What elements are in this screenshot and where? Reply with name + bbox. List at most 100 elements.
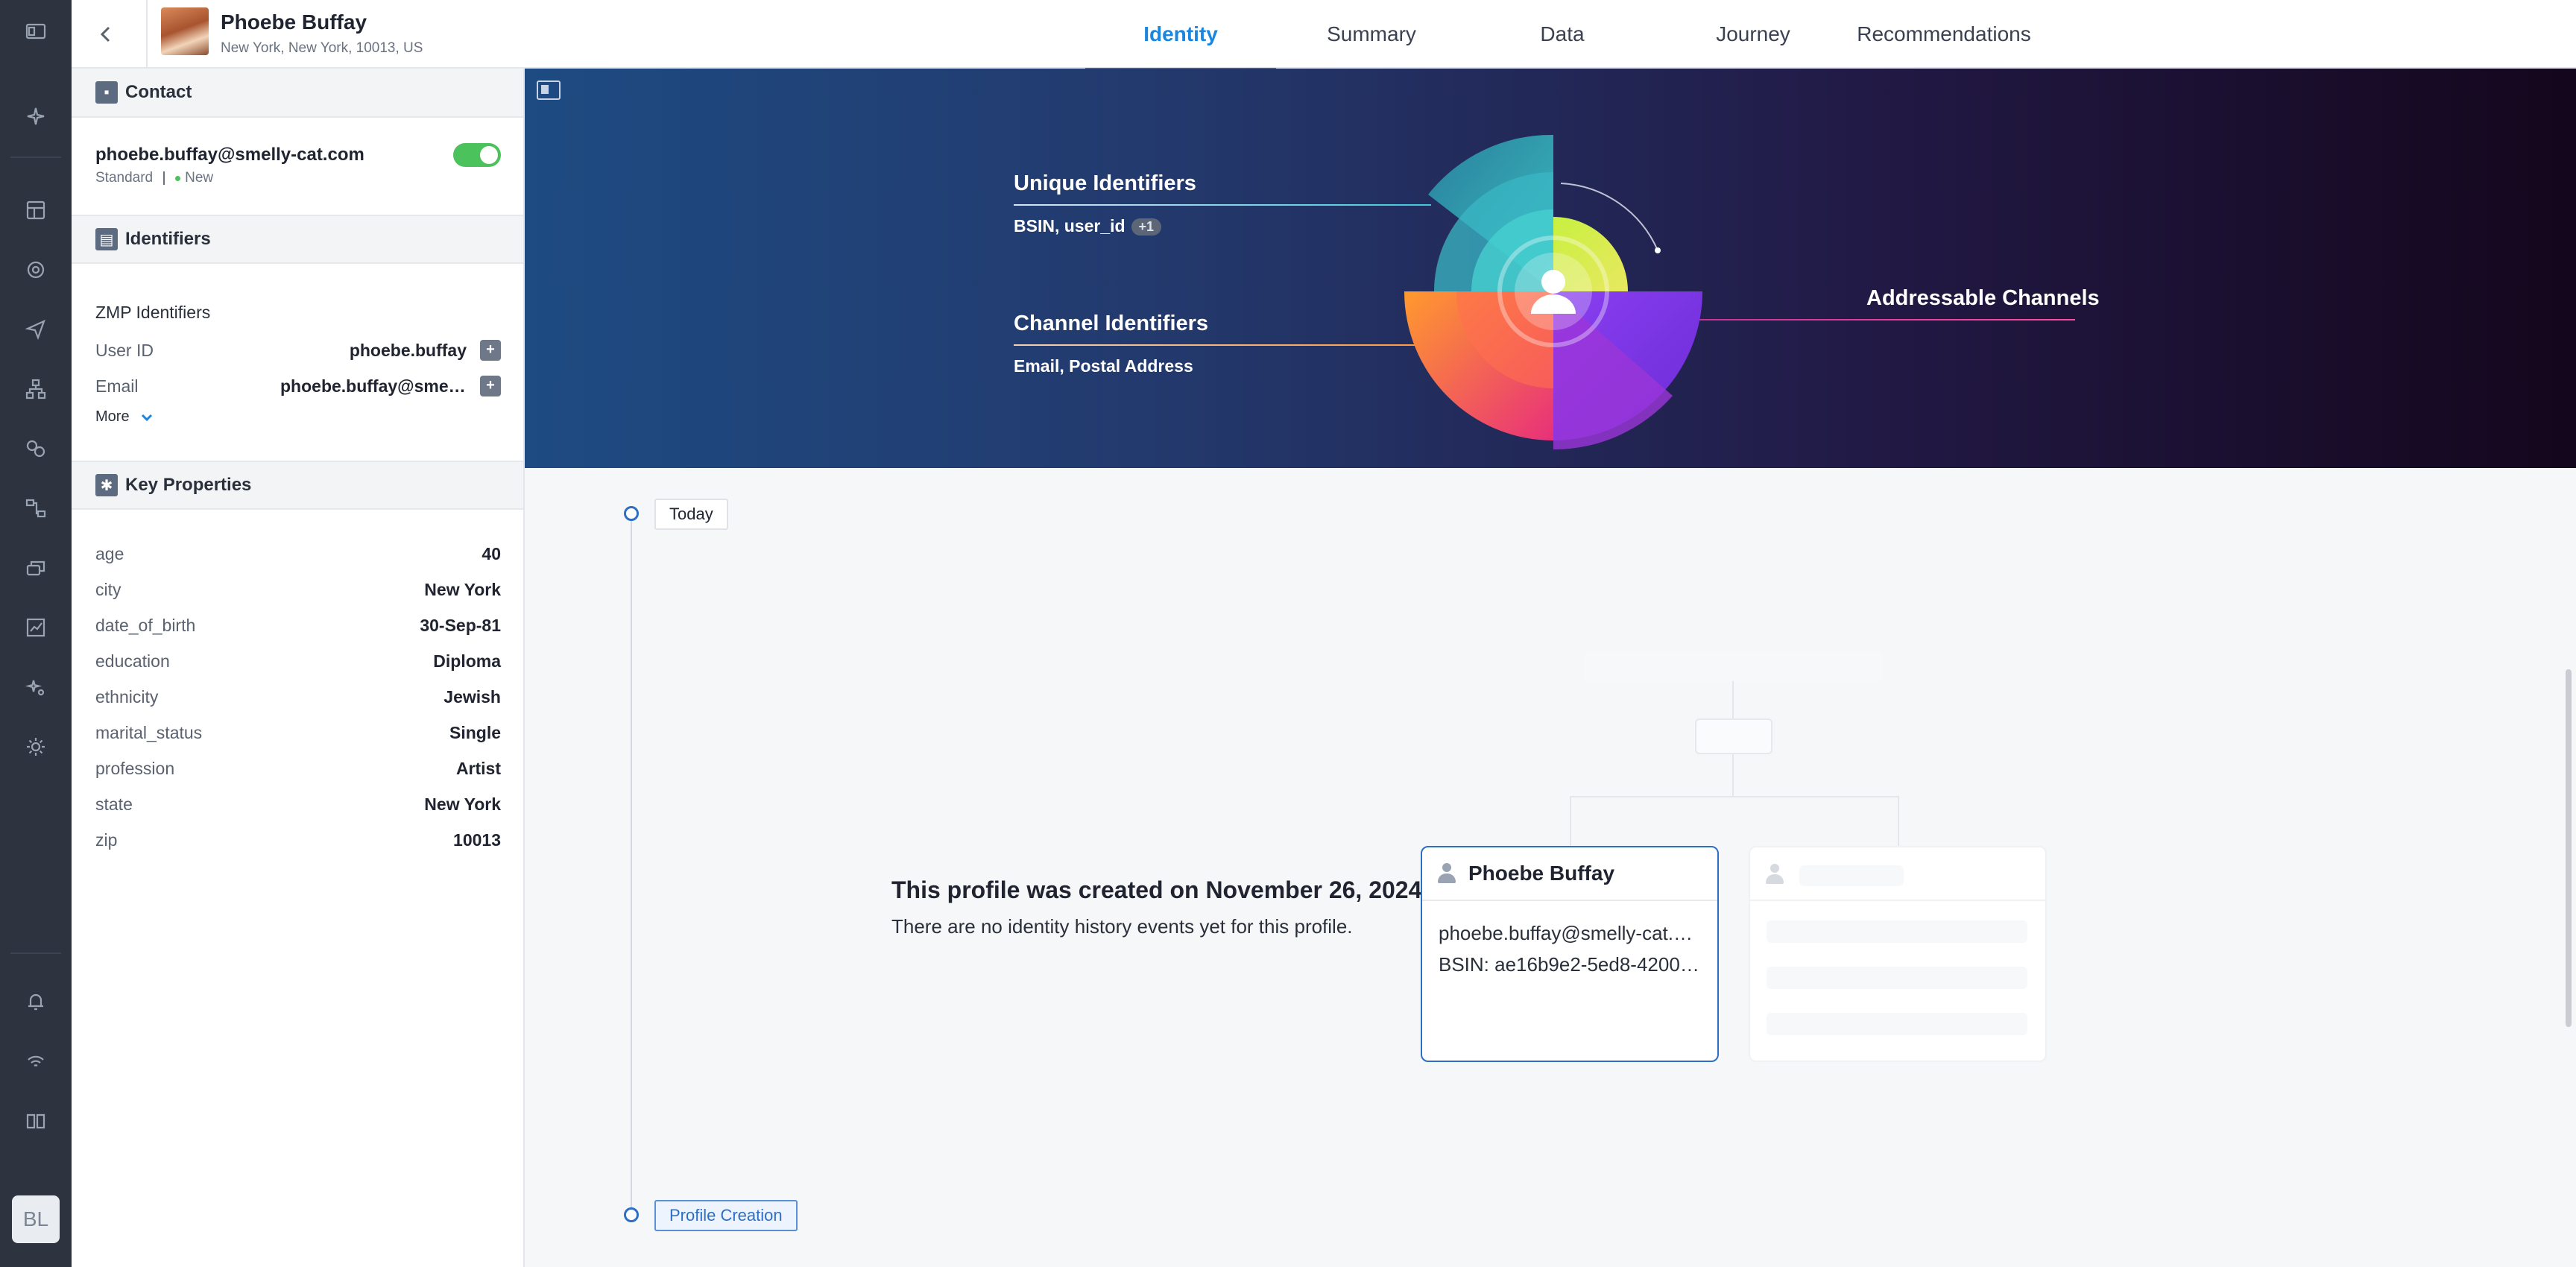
segments-icon[interactable] [21, 434, 51, 464]
profile-person-icon [1541, 270, 1565, 294]
bell-icon[interactable] [21, 987, 51, 1017]
tab-summary[interactable]: Summary [1276, 0, 1467, 69]
more-label: More [95, 408, 130, 425]
property-value: Artist [455, 758, 501, 778]
property-row: age 40 [95, 539, 501, 569]
identity-card-bsin: BSIN: ae16b9e2-5ed8-4200-9a1f-profile [1439, 953, 1699, 976]
nav-rail: BL [0, 0, 72, 1267]
settings-icon[interactable] [21, 732, 51, 762]
main-scrollbar[interactable] [2566, 669, 2572, 1027]
unique-identifiers-line [1014, 204, 1431, 206]
identity-card-email: phoebe.buffay@smelly-cat.com [1439, 922, 1699, 944]
contact-status: New [185, 170, 214, 186]
target-icon[interactable] [21, 255, 51, 285]
property-key: zip [95, 830, 118, 850]
property-key: age [95, 543, 124, 563]
identifier-key: Email [95, 376, 139, 396]
back-button[interactable] [88, 16, 124, 52]
send-icon[interactable] [21, 315, 51, 344]
placeholder-node [1695, 718, 1772, 754]
created-title: This profile was created on November 26,… [891, 876, 1422, 903]
property-key: date_of_birth [95, 615, 196, 635]
tree-connector [1570, 796, 1571, 847]
rail-divider [10, 952, 61, 954]
subscription-toggle[interactable] [453, 143, 501, 167]
placeholder-bar [1767, 1013, 2027, 1035]
signal-icon[interactable] [21, 1046, 51, 1076]
channel-identifiers-title: Channel Identifiers [1014, 312, 1209, 335]
property-row: state New York [95, 789, 501, 819]
collapse-panel-icon[interactable] [537, 80, 561, 100]
channel-identifiers-line [1014, 344, 1431, 346]
profile-creation-button[interactable]: Profile Creation [654, 1200, 798, 1231]
timeline-dot [624, 1207, 639, 1222]
placeholder-identity-card [1749, 846, 2047, 1062]
property-value: Single [449, 722, 501, 742]
contact-email: phoebe.buffay@smelly-cat.com [95, 145, 364, 165]
layers-icon[interactable] [21, 553, 51, 583]
placeholder-node [1585, 651, 1883, 681]
more-identifiers-badge[interactable]: +1 [1131, 218, 1162, 236]
unique-identifiers-values: BSIN, user_id +1 [1014, 216, 1162, 236]
chevron-left-icon [100, 26, 110, 42]
unique-identifiers-list: BSIN, user_id [1014, 216, 1126, 236]
contact-meta: Standard New [95, 170, 213, 186]
dashboard-icon[interactable] [21, 195, 51, 225]
placeholder-bar [1767, 967, 2027, 989]
ai-icon[interactable] [21, 672, 51, 702]
identifier-row: Email phoebe.buffay@smelly-cat.com [95, 371, 501, 401]
user-avatar[interactable]: BL [12, 1195, 60, 1243]
asterisk-icon: ✱ [95, 474, 118, 496]
meta-divider [163, 171, 165, 185]
profile-header: Phoebe Buffay New York, New York, 10013,… [72, 0, 2576, 70]
profile-photo [161, 7, 209, 55]
profile-location: New York, New York, 10013, US [221, 40, 423, 56]
timeline-today-label: Today [654, 499, 728, 530]
key-properties-section-title: Key Properties [125, 475, 252, 495]
identity-card-name: Phoebe Buffay [1468, 862, 1615, 885]
placeholder-bar [1799, 865, 1904, 886]
profile-details-panel: ▪ Contact phoebe.buffay@smelly-cat.com S… [72, 69, 525, 1267]
contact-card-icon: ▪ [95, 81, 118, 104]
property-value: Diploma [433, 651, 501, 671]
tab-recommendations[interactable]: Recommendations [1849, 0, 2039, 69]
unique-identifiers-title: Unique Identifiers [1014, 171, 1196, 195]
tab-identity[interactable]: Identity [1085, 0, 1276, 70]
property-row: date_of_birth 30-Sep-81 [95, 610, 501, 640]
tab-data[interactable]: Data [1467, 0, 1658, 69]
property-row: ethnicity Jewish [95, 682, 501, 712]
contact-type: Standard [95, 170, 154, 186]
property-row: marital_status Single [95, 718, 501, 748]
property-value: 30-Sep-81 [420, 615, 501, 635]
chevron-down-icon [141, 414, 152, 421]
contact-section-header: ▪ Contact [72, 69, 523, 118]
identity-history: Today Profile Creation This profile was … [525, 468, 2576, 1267]
identifier-row: User ID phoebe.buffay [95, 335, 501, 365]
tab-journey[interactable]: Journey [1658, 0, 1849, 69]
placeholder-bar [1767, 920, 2027, 943]
hierarchy-icon[interactable] [21, 374, 51, 404]
property-key: city [95, 579, 121, 599]
more-identifiers-button[interactable]: More [95, 408, 154, 426]
property-value: 10013 [453, 830, 501, 850]
property-key: ethnicity [95, 686, 159, 707]
rail-divider [10, 157, 61, 158]
property-key: state [95, 794, 133, 814]
person-icon [1437, 863, 1456, 884]
identity-card[interactable]: Phoebe Buffay phoebe.buffay@smelly-cat.c… [1421, 846, 1719, 1062]
book-icon[interactable] [21, 1106, 51, 1136]
person-icon [1765, 864, 1784, 885]
property-key: education [95, 651, 170, 671]
analytics-icon[interactable] [21, 613, 51, 642]
copy-icon[interactable] [480, 340, 501, 361]
header-divider [146, 0, 148, 69]
copy-icon[interactable] [480, 376, 501, 396]
zmp-identifiers-label: ZMP Identifiers [95, 303, 211, 322]
identity-card-header: Phoebe Buffay [1422, 847, 1717, 901]
identity-panel-icon[interactable] [21, 16, 51, 46]
flow-icon[interactable] [21, 493, 51, 523]
property-row: profession Artist [95, 753, 501, 783]
created-subtitle: There are no identity history events yet… [891, 915, 1353, 938]
tree-connector [1898, 796, 1899, 847]
sparkle-icon[interactable] [21, 101, 51, 131]
